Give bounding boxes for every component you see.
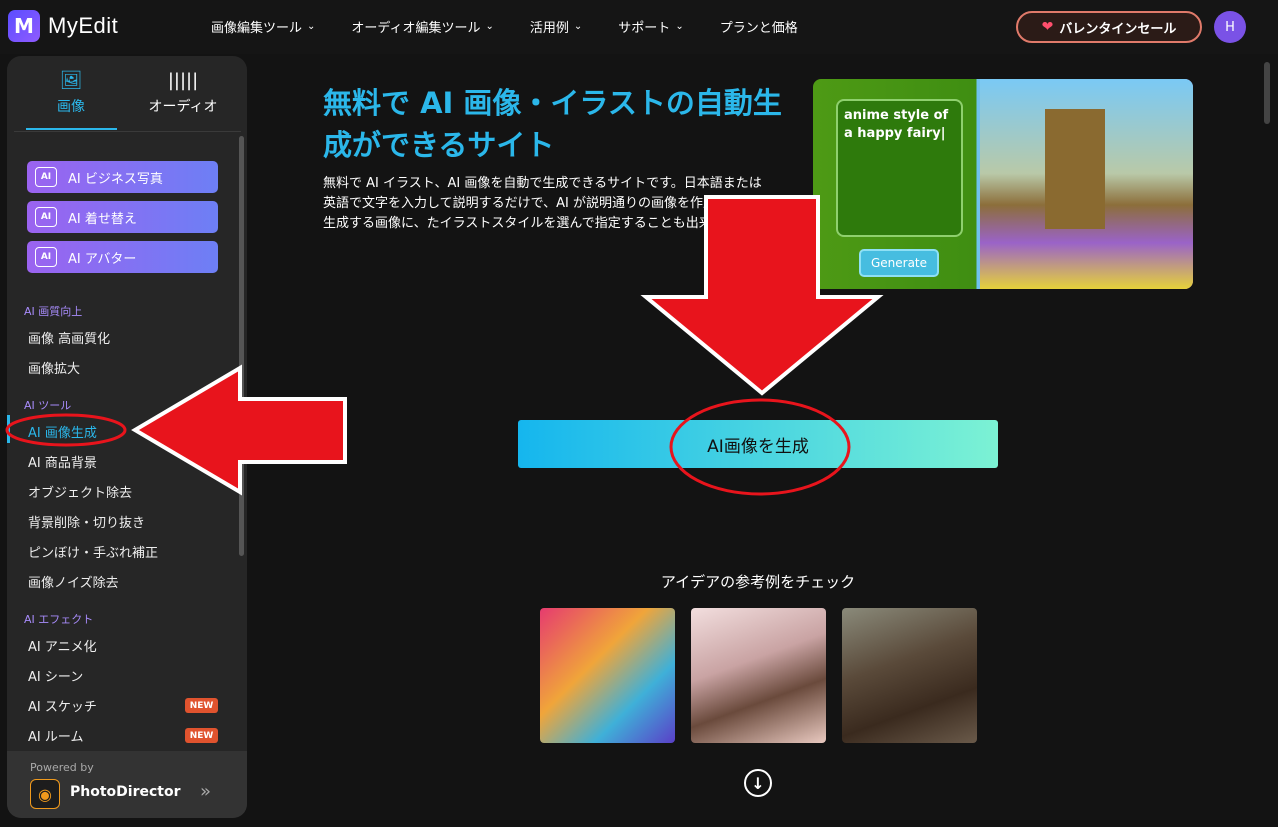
annotation-overlay [5, 195, 884, 496]
red-circle-generate [669, 398, 851, 496]
red-circle-sidebar-item [5, 413, 127, 447]
red-arrow-down [640, 195, 884, 396]
red-arrow-left [131, 364, 347, 496]
